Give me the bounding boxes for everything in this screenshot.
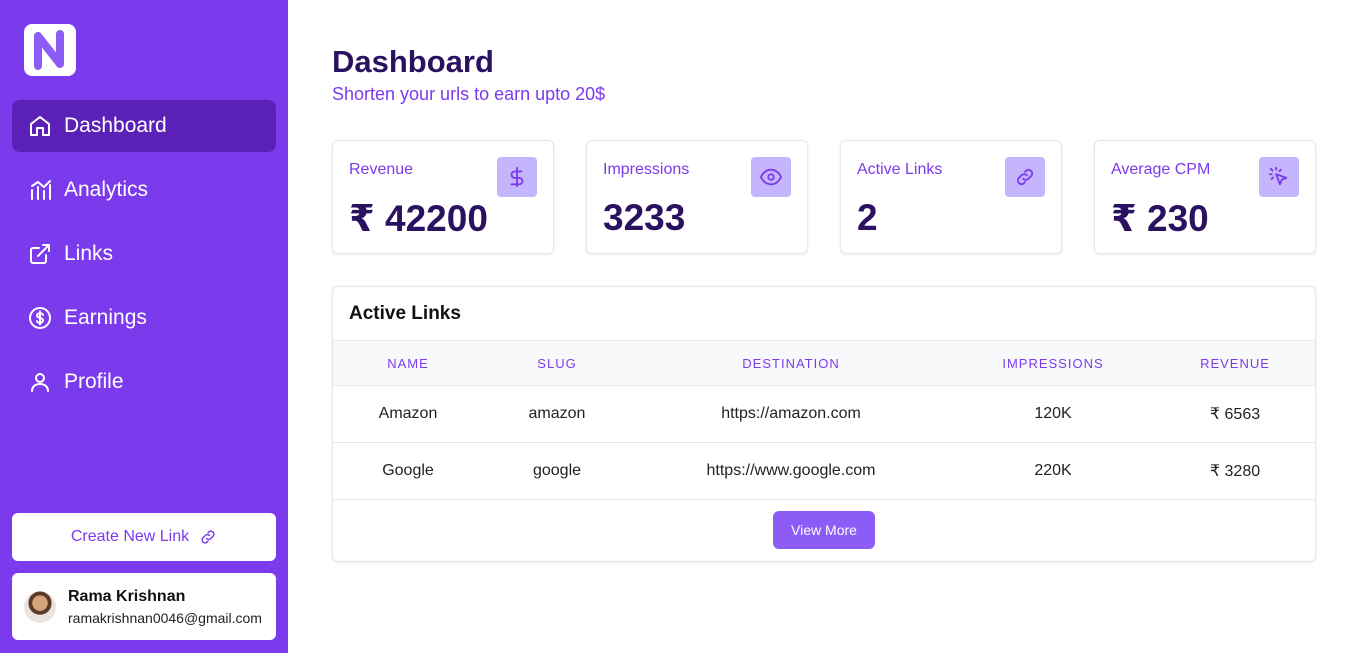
create-new-link-button[interactable]: Create New Link [12, 513, 276, 561]
home-icon [28, 114, 52, 138]
cursor-click-icon [1259, 157, 1299, 197]
stat-label: Impressions [603, 161, 690, 178]
dollar-circle-icon [28, 306, 52, 330]
cell-destination[interactable]: https://www.google.com [631, 442, 951, 500]
column-header-impressions[interactable]: IMPRESSIONS [951, 340, 1155, 386]
stat-label: Active Links [857, 161, 943, 178]
cell-name: Google [333, 442, 483, 500]
stat-label: Average CPM [1111, 161, 1211, 178]
sidebar-item-label: Profile [64, 370, 124, 393]
dollar-icon [497, 157, 537, 197]
stat-card-average-cpm: Average CPM ₹ 230 [1094, 140, 1316, 254]
eye-icon [751, 157, 791, 197]
column-header-revenue[interactable]: REVENUE [1155, 340, 1315, 386]
stat-card-active-links: Active Links 2 [840, 140, 1062, 254]
create-new-link-label: Create New Link [70, 528, 190, 545]
cell-impressions: 220K [951, 442, 1155, 500]
sidebar-item-earnings[interactable]: Earnings [12, 292, 276, 344]
table-row[interactable]: Amazon amazon https://amazon.com 120K ₹ … [333, 385, 1315, 443]
active-links-table: NAME SLUG DESTINATION IMPRESSIONS REVENU… [333, 340, 1315, 500]
analytics-icon [28, 178, 52, 202]
user-icon [28, 370, 52, 394]
cell-impressions: 120K [951, 385, 1155, 443]
page-subtitle: Shorten your urls to earn upto 20$ [332, 84, 606, 104]
user-name: Rama Krishnan [68, 587, 186, 605]
column-header-destination[interactable]: DESTINATION [631, 340, 951, 386]
external-link-icon [28, 242, 52, 266]
active-links-title: Active Links [349, 303, 461, 324]
column-header-name[interactable]: NAME [333, 340, 483, 386]
user-card[interactable]: Rama Krishnan ramakrishnan0046@gmail.com [12, 573, 276, 640]
cell-slug: google [483, 442, 631, 500]
cell-revenue: ₹ 6563 [1155, 385, 1315, 443]
sidebar-nav: Dashboard Analytics Links Earnings Profi… [12, 100, 276, 420]
cell-slug: amazon [483, 385, 631, 443]
active-links-card: Active Links NAME SLUG DESTINATION IMPRE… [332, 286, 1316, 562]
sidebar-item-analytics[interactable]: Analytics [12, 164, 276, 216]
cell-name: Amazon [333, 385, 483, 443]
cell-destination[interactable]: https://amazon.com [631, 385, 951, 443]
link-icon [1005, 157, 1045, 197]
table-row[interactable]: Google google https://www.google.com 220… [333, 442, 1315, 500]
page-title: Dashboard [332, 44, 494, 79]
stat-value: ₹ 42200 [349, 198, 488, 239]
logo-icon [34, 30, 64, 70]
sidebar: Dashboard Analytics Links Earnings Profi… [0, 0, 288, 653]
sidebar-item-label: Links [64, 242, 114, 265]
stat-card-revenue: Revenue ₹ 42200 [332, 140, 554, 254]
link-icon [199, 528, 217, 546]
sidebar-item-label: Dashboard [64, 114, 167, 137]
stat-value: 3233 [603, 197, 686, 238]
column-header-slug[interactable]: SLUG [483, 340, 631, 386]
stat-value: ₹ 230 [1111, 198, 1209, 239]
stat-value: 2 [857, 197, 878, 238]
user-email: ramakrishnan0046@gmail.com [68, 609, 262, 626]
sidebar-item-dashboard[interactable]: Dashboard [12, 100, 276, 152]
stat-label: Revenue [349, 161, 414, 178]
view-more-button[interactable]: View More [773, 511, 875, 549]
sidebar-item-label: Analytics [64, 178, 149, 201]
app-logo[interactable] [24, 24, 76, 76]
stat-card-impressions: Impressions 3233 [586, 140, 808, 254]
sidebar-item-links[interactable]: Links [12, 228, 276, 280]
table-header-row: NAME SLUG DESTINATION IMPRESSIONS REVENU… [333, 340, 1315, 386]
sidebar-item-label: Earnings [64, 306, 147, 329]
sidebar-item-profile[interactable]: Profile [12, 356, 276, 408]
avatar [24, 590, 56, 623]
cell-revenue: ₹ 3280 [1155, 442, 1315, 500]
